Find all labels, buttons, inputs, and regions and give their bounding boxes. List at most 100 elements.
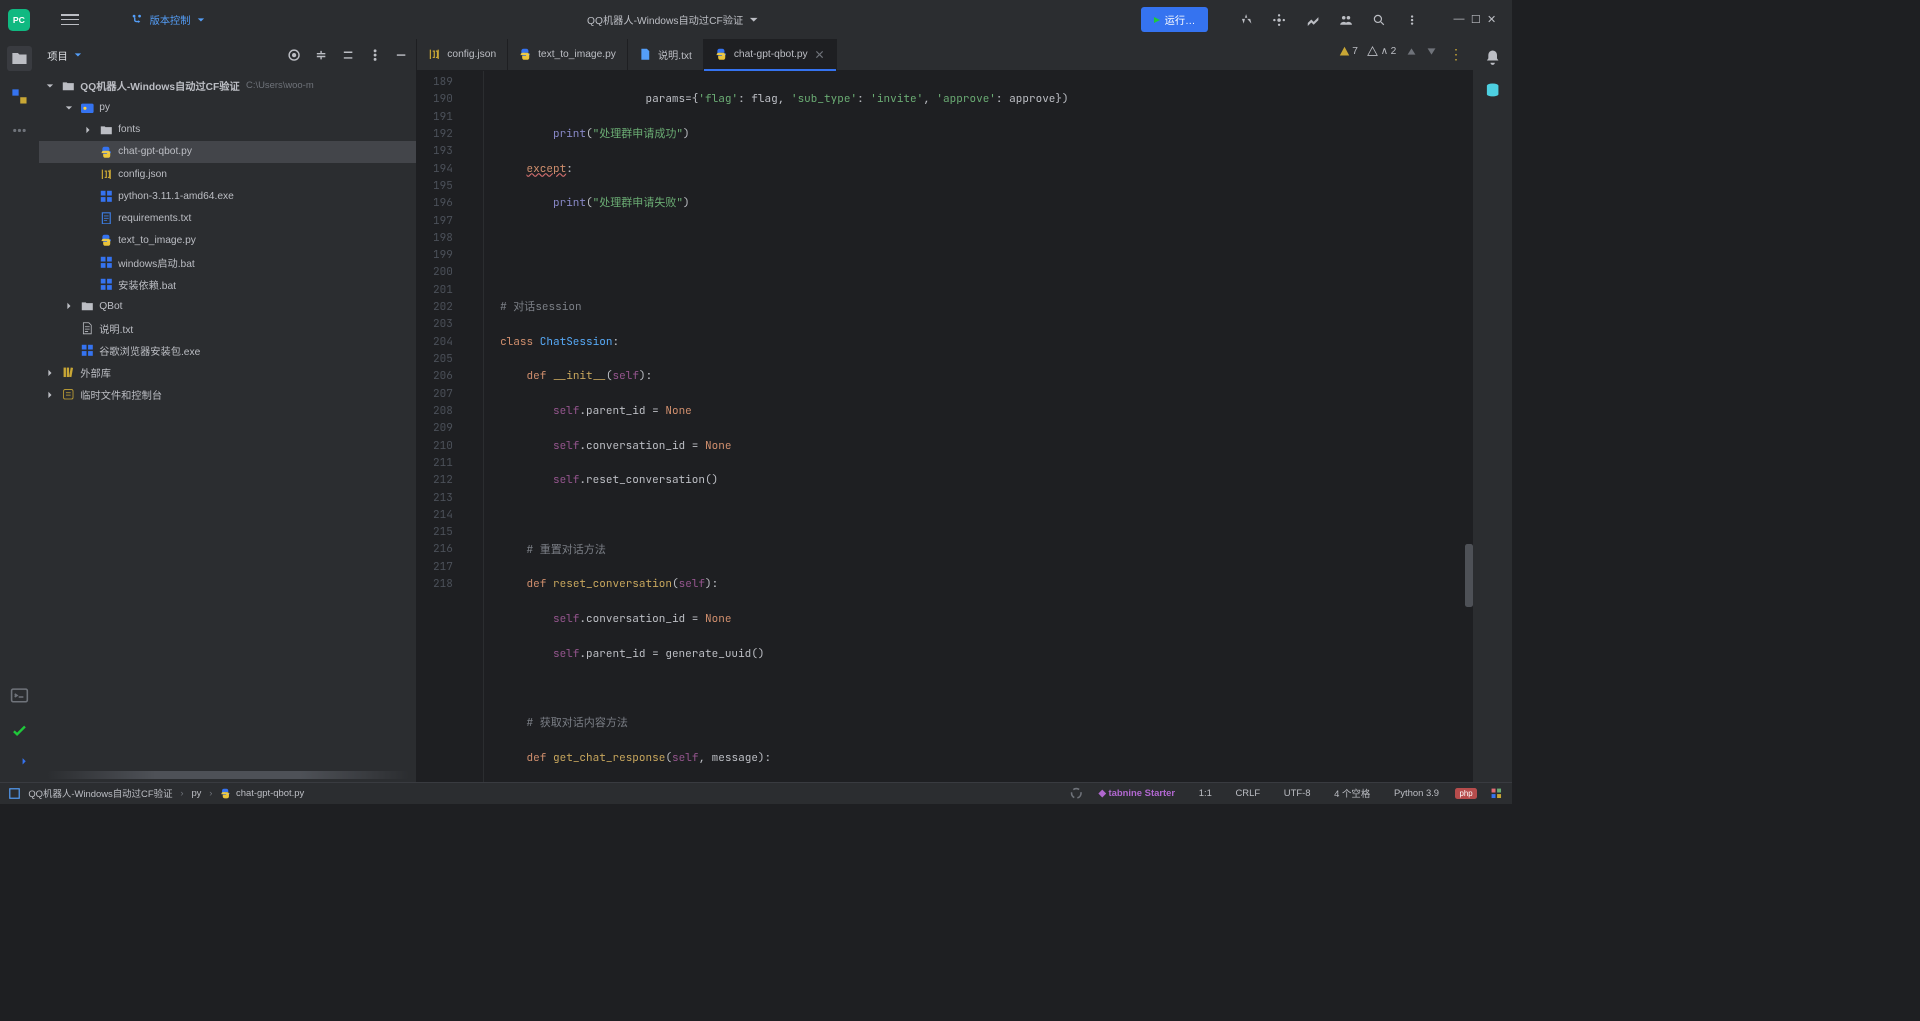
folder-icon [61, 79, 75, 93]
tree-folder-fonts[interactable]: fonts [39, 119, 416, 141]
hide-panel-icon[interactable] [394, 48, 408, 62]
editor-scrollbar[interactable] [1462, 102, 1473, 782]
editor-inspections[interactable]: 7 ∧2 [1339, 46, 1437, 57]
tree-external-libs[interactable]: 外部库 [39, 361, 416, 383]
php-badge[interactable]: php [1455, 788, 1478, 799]
window-controls: — ☐ ✕ [1454, 13, 1497, 26]
editor-area: config.json text_to_image.py 说明.txt chat… [417, 39, 1472, 782]
fold-gutter[interactable] [461, 71, 485, 782]
code-editor[interactable]: 1891901911921931941951961971981992002012… [417, 71, 1472, 782]
bat-file-icon [99, 255, 113, 269]
settings-icon[interactable] [1405, 13, 1419, 27]
python-interpreter[interactable]: Python 3.9 [1394, 788, 1439, 799]
git-tool-button[interactable] [10, 755, 29, 774]
line-ending[interactable]: CRLF [1235, 788, 1260, 799]
collapse-all-icon[interactable] [341, 48, 355, 62]
python-file-icon [99, 145, 113, 159]
tree-file-chrome[interactable]: 谷歌浏览器安装包.exe [39, 339, 416, 361]
close-button[interactable]: ✕ [1487, 13, 1496, 26]
indent-setting[interactable]: 4 个空格 [1334, 786, 1370, 800]
requirements-file-icon [99, 211, 113, 225]
module-icon [9, 788, 20, 799]
ide-logo: PC [8, 9, 30, 31]
tree-file-chat-gpt[interactable]: chat-gpt-qbot.py [39, 141, 416, 163]
vcs-dropdown[interactable]: 版本控制 [132, 12, 204, 27]
tree-file-readme[interactable]: 说明.txt [39, 317, 416, 339]
cursor-position[interactable]: 1:1 [1199, 788, 1212, 799]
tree-file-text-to-image[interactable]: text_to_image.py [39, 229, 416, 251]
minimize-button[interactable]: — [1454, 13, 1465, 26]
previous-highlight-icon[interactable] [1406, 46, 1417, 57]
project-title-dropdown[interactable]: QQ机器人-Windows自动过CF验证 [213, 12, 1134, 27]
python-file-icon [715, 48, 728, 61]
structure-tool-button[interactable] [10, 87, 29, 106]
chevron-down-icon [197, 16, 205, 24]
chevron-down-icon[interactable] [74, 51, 82, 59]
left-tool-rail [0, 39, 39, 782]
tab-chat-gpt[interactable]: chat-gpt-qbot.py [704, 39, 837, 71]
editor-tabs: config.json text_to_image.py 说明.txt chat… [417, 39, 1472, 71]
ai-assist-icon[interactable] [1272, 13, 1286, 27]
tree-file-python-exe[interactable]: python-3.11.1-amd64.exe [39, 185, 416, 207]
file-encoding[interactable]: UTF-8 [1284, 788, 1311, 799]
scrollbar-thumb[interactable] [1465, 544, 1473, 607]
search-icon[interactable] [1372, 13, 1386, 27]
lock-icon[interactable] [1490, 787, 1503, 800]
json-file-icon [99, 167, 113, 181]
more-tool-button[interactable] [10, 121, 29, 140]
status-bar: QQ机器人-Windows自动过CF验证 › py › chat-gpt-qbo… [0, 782, 1512, 804]
maximize-button[interactable]: ☐ [1471, 13, 1481, 26]
tab-readme[interactable]: 说明.txt [628, 39, 704, 71]
text-file-icon [80, 321, 94, 335]
breadcrumb-folder[interactable]: py [191, 788, 201, 799]
play-icon [1154, 17, 1160, 23]
json-file-icon [428, 48, 441, 61]
main-menu-button[interactable] [61, 8, 85, 32]
code-content[interactable]: params={'flag': flag, 'sub_type': 'invit… [484, 71, 1472, 782]
breadcrumb-root[interactable]: QQ机器人-Windows自动过CF验证 [28, 786, 172, 800]
tree-file-requirements[interactable]: requirements.txt [39, 207, 416, 229]
tree-file-config[interactable]: config.json [39, 163, 416, 185]
tree-folder-py[interactable]: py [39, 97, 416, 119]
tree-file-install-deps[interactable]: 安装依赖.bat [39, 273, 416, 295]
translate-icon[interactable] [1239, 13, 1253, 27]
horizontal-scrollbar[interactable] [47, 771, 408, 779]
titlebar-actions: — ☐ ✕ [1239, 13, 1496, 27]
database-tool-button[interactable] [1484, 82, 1501, 99]
next-highlight-icon[interactable] [1426, 46, 1437, 57]
vcs-label: 版本控制 [150, 12, 191, 27]
tabnine-status[interactable]: ◆ tabnine Starter [1099, 788, 1176, 799]
project-panel-title: 项目 [47, 48, 67, 63]
run-button[interactable]: 运行… [1141, 7, 1208, 31]
tab-actions[interactable]: ⋮ [1449, 47, 1463, 63]
progress-icon[interactable] [1070, 787, 1083, 800]
tree-root[interactable]: QQ机器人-Windows自动过CF验证 C:\Users\woo-m [39, 75, 416, 97]
code-with-me-icon[interactable] [1339, 13, 1353, 27]
library-icon [61, 365, 75, 379]
warning-icon [1339, 46, 1350, 57]
notifications-tool-button[interactable] [1484, 49, 1501, 66]
problems-tool-button[interactable] [10, 721, 29, 740]
tree-file-win-start[interactable]: windows启动.bat [39, 251, 416, 273]
tab-config[interactable]: config.json [417, 39, 508, 71]
tools-icon[interactable] [1306, 13, 1320, 27]
breadcrumb-file[interactable]: chat-gpt-qbot.py [220, 788, 304, 799]
line-numbers: 1891901911921931941951961971981992002012… [417, 71, 460, 782]
text-file-icon [639, 48, 652, 61]
project-panel: 项目 QQ机器人-Windows自动过CF验证 C:\Users\woo-m p… [39, 39, 417, 782]
panel-options-icon[interactable] [368, 48, 382, 62]
project-tool-button[interactable] [7, 46, 32, 71]
tree-scratches[interactable]: 临时文件和控制台 [39, 383, 416, 405]
tab-text-to-image[interactable]: text_to_image.py [508, 39, 628, 71]
chevron-down-icon [749, 15, 758, 24]
close-tab-icon[interactable] [814, 49, 825, 60]
project-tree[interactable]: QQ机器人-Windows自动过CF验证 C:\Users\woo-m py f… [39, 71, 416, 768]
warnings-count[interactable]: 7 [1339, 46, 1358, 57]
tree-folder-qbot[interactable]: QBot [39, 295, 416, 317]
weak-warnings-count[interactable]: ∧2 [1367, 46, 1396, 57]
expand-all-icon[interactable] [314, 48, 328, 62]
bat-file-icon [99, 277, 113, 291]
terminal-tool-button[interactable] [10, 686, 29, 705]
exe-file-icon [80, 343, 94, 357]
select-opened-file-icon[interactable] [287, 48, 301, 62]
